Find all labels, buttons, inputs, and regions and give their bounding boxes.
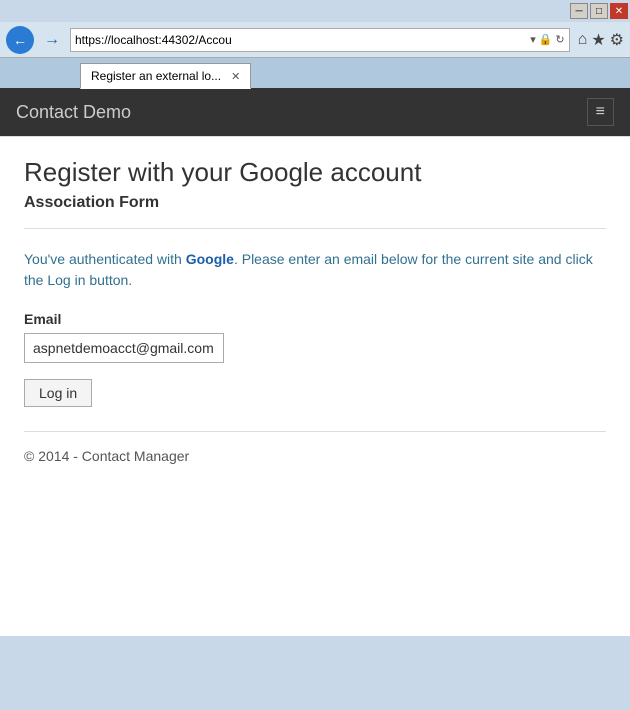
forward-button[interactable]: →: [38, 26, 66, 54]
hamburger-menu-button[interactable]: ≡: [587, 98, 614, 126]
email-form-group: Email: [24, 311, 606, 363]
url-text: https://localhost:44302/Accou: [75, 33, 526, 47]
tab-close-button[interactable]: ✕: [231, 70, 240, 83]
dropdown-icon: ▾: [530, 33, 536, 46]
email-label: Email: [24, 311, 606, 327]
back-button[interactable]: ←: [6, 26, 34, 54]
address-bar: ← → https://localhost:44302/Accou ▾ 🔒 ↻ …: [0, 22, 630, 58]
page-title: Register with your Google account: [24, 157, 606, 188]
footer-divider: [24, 431, 606, 432]
favorites-icon[interactable]: ★: [591, 30, 605, 50]
refresh-icon: ↻: [555, 33, 564, 46]
tab-label: Register an external lo...: [91, 69, 221, 83]
footer-text: © 2014 - Contact Manager: [24, 448, 606, 464]
title-bar: ─ □ ✕: [0, 0, 630, 22]
top-divider: [24, 228, 606, 229]
home-icon[interactable]: ⌂: [578, 31, 588, 49]
brand-name: Google: [186, 251, 234, 267]
browser-icons: ⌂ ★ ⚙: [578, 30, 624, 50]
app-title: Contact Demo: [16, 102, 131, 123]
url-icons: ▾ 🔒 ↻: [530, 33, 564, 46]
tab-bar: Register an external lo... ✕: [0, 58, 630, 88]
page-content: Register with your Google account Associ…: [0, 136, 630, 636]
lock-icon: 🔒: [539, 33, 553, 46]
info-message: You've authenticated with Google. Please…: [24, 249, 606, 291]
url-bar[interactable]: https://localhost:44302/Accou ▾ 🔒 ↻: [70, 28, 570, 52]
email-field[interactable]: [24, 333, 224, 363]
maximize-button[interactable]: □: [590, 3, 608, 19]
app-navbar: Contact Demo ≡: [0, 88, 630, 136]
close-button[interactable]: ✕: [610, 3, 628, 19]
active-tab[interactable]: Register an external lo... ✕: [80, 63, 251, 89]
window-chrome: ─ □ ✕ ← → https://localhost:44302/Accou …: [0, 0, 630, 88]
login-button[interactable]: Log in: [24, 379, 92, 407]
minimize-button[interactable]: ─: [570, 3, 588, 19]
settings-icon[interactable]: ⚙: [610, 30, 624, 50]
info-before-text: You've authenticated with: [24, 251, 186, 267]
section-title: Association Form: [24, 194, 606, 212]
